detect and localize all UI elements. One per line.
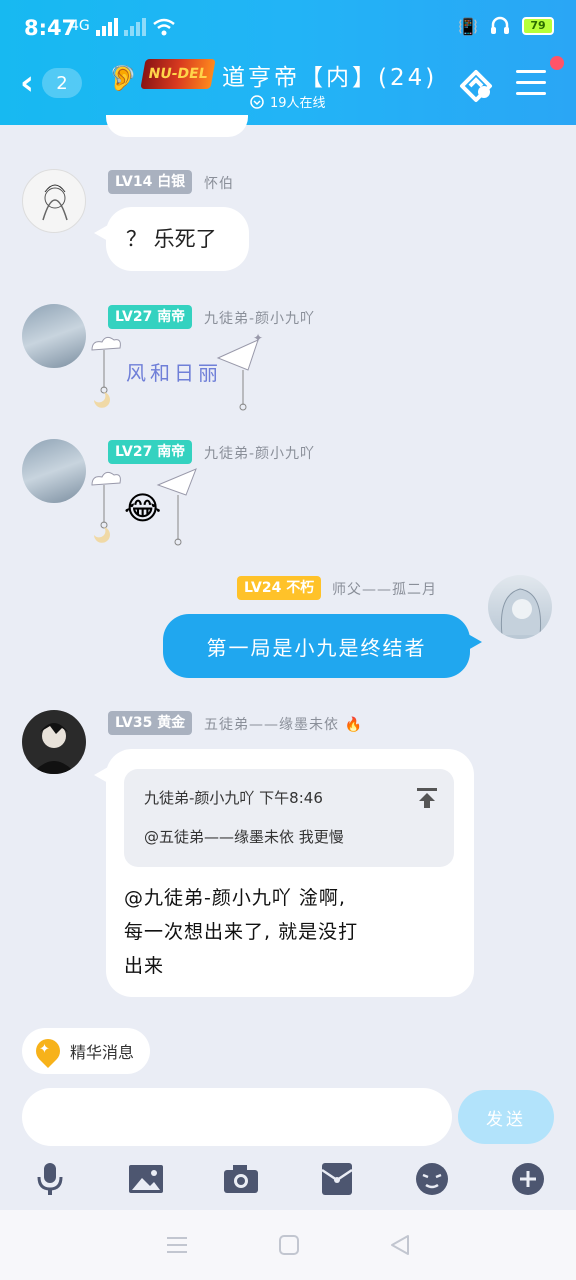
plus-icon[interactable] <box>508 1159 548 1199</box>
home-icon[interactable] <box>278 1234 300 1256</box>
status-time: 8:47 <box>24 16 77 40</box>
sender-name[interactable]: 怀伯 <box>204 173 234 193</box>
svg-text:✦: ✦ <box>253 331 263 345</box>
status-bar: 8:47 4G 📳 79 <box>0 0 576 56</box>
status-right: 📳 79 <box>458 16 554 36</box>
group-logo: NU-DEL <box>140 59 216 89</box>
mic-icon[interactable] <box>30 1159 70 1199</box>
online-count: 19人在线 <box>270 96 326 111</box>
self-message-bubble[interactable]: 第一局是小九是终结者 <box>163 614 482 678</box>
system-navigation-bar <box>0 1210 576 1280</box>
previous-message-bubble <box>106 115 248 137</box>
message-text: @九徒弟-颜小九吖 淦啊, 每一次想出来了, 就是没打 出来 <box>124 887 359 977</box>
image-icon[interactable] <box>126 1159 166 1199</box>
notification-dot <box>550 56 564 70</box>
send-button[interactable]: 发送 <box>458 1090 554 1144</box>
avatar[interactable] <box>22 304 86 368</box>
jump-to-top-icon[interactable] <box>416 787 438 809</box>
emoji-message[interactable]: 😂 <box>124 489 161 527</box>
menu-icon[interactable] <box>516 70 546 103</box>
message-bubble[interactable]: 九徒弟-颜小九吖 下午8:46 @五徒弟——缘墨未依 我更慢 @九徒弟-颜小九吖… <box>94 749 474 997</box>
online-status[interactable]: 19人在线 <box>250 92 326 111</box>
level-badge: LV14 白银 <box>108 170 193 194</box>
level-badge: LV24 不朽 <box>237 576 322 600</box>
sender-name[interactable]: 师父——孤二月 <box>332 579 437 599</box>
essence-icon <box>31 1034 65 1068</box>
sender-name[interactable]: 五徒弟——缘墨未依 🔥 <box>204 714 363 734</box>
camera-icon[interactable] <box>221 1159 261 1199</box>
quote-author: 九徒弟-颜小九吖 下午8:46 <box>144 789 323 807</box>
headphones-icon <box>491 16 509 34</box>
back-button[interactable]: ‹ 2 <box>20 63 83 103</box>
group-link-icon[interactable] <box>456 66 498 106</box>
group-title[interactable]: 道亨帝【内】(24) <box>222 58 437 92</box>
avatar[interactable] <box>488 575 552 639</box>
app-header: 8:47 4G 📳 79 ‹ 2 � <box>0 0 576 125</box>
message-text[interactable]: 风和日丽 <box>126 357 222 386</box>
avatar[interactable] <box>22 169 86 233</box>
level-badge: LV35 黄金 <box>108 711 193 735</box>
quoted-message[interactable]: 九徒弟-颜小九吖 下午8:46 @五徒弟——缘墨未依 我更慢 <box>124 769 454 867</box>
chevron-down-circle-icon <box>250 94 264 109</box>
vibrate-icon: 📳 <box>458 16 478 36</box>
fire-icon: 🔥 <box>344 717 363 733</box>
avatar[interactable] <box>22 439 86 503</box>
avatar[interactable] <box>22 710 86 774</box>
unread-badge: 2 <box>42 68 83 98</box>
quote-text: @五徒弟——缘墨未依 我更慢 <box>144 828 344 846</box>
sender-name[interactable]: 九徒弟-颜小九吖 <box>204 443 315 463</box>
battery-icon: 79 <box>522 17 554 35</box>
message-input[interactable] <box>22 1088 452 1146</box>
essence-label: 精华消息 <box>70 1043 135 1062</box>
input-toolbar <box>0 1150 576 1208</box>
recent-apps-icon[interactable] <box>165 1235 189 1255</box>
emoji-icon[interactable] <box>412 1159 452 1199</box>
level-badge: LV27 南帝 <box>108 440 193 464</box>
sender-name[interactable]: 九徒弟-颜小九吖 <box>204 308 315 328</box>
message-text: 第一局是小九是终结者 <box>206 635 427 660</box>
back-nav-icon[interactable] <box>389 1234 411 1256</box>
ear-icon[interactable]: 🦻 <box>108 64 138 92</box>
chevron-left-icon: ‹ <box>20 63 35 103</box>
red-packet-icon[interactable] <box>317 1159 357 1199</box>
signal-icon <box>95 18 146 36</box>
network-label: 4G <box>70 18 90 34</box>
message-bubble[interactable]: ？ 乐死了 <box>94 207 249 271</box>
signal-icons: 4G <box>70 18 176 36</box>
wifi-icon <box>152 18 175 36</box>
message-text: ？ 乐死了 <box>126 227 217 251</box>
chat-area[interactable]: LV14 白银 怀伯 ？ 乐死了 LV27 南帝 九徒弟-颜小九吖 ✦ 风和日丽… <box>0 115 576 1025</box>
level-badge: LV27 南帝 <box>108 305 193 329</box>
essence-messages-button[interactable]: 精华消息 <box>22 1028 151 1074</box>
